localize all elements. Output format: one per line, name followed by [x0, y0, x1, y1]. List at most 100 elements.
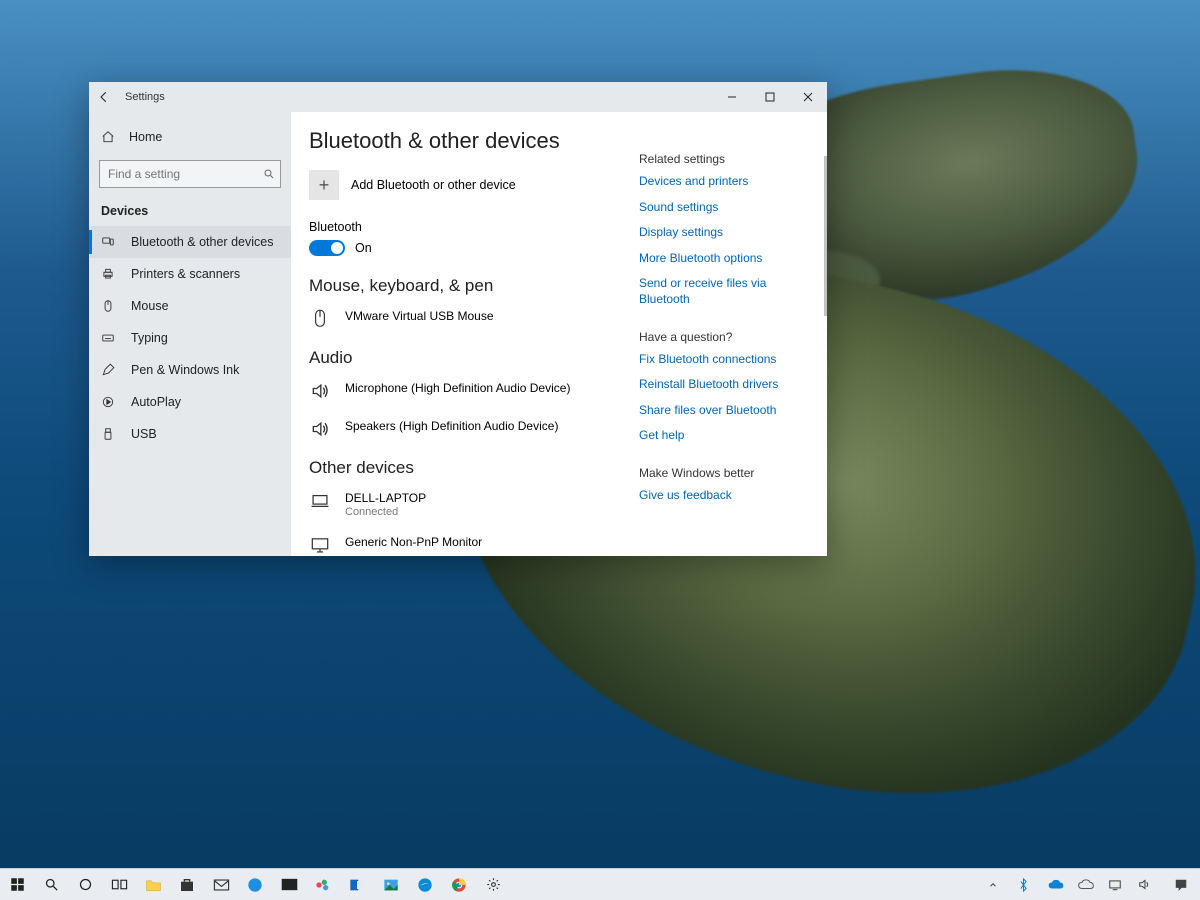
sidebar-item-mouse[interactable]: Mouse	[89, 290, 291, 322]
store-button[interactable]	[170, 869, 204, 900]
tray-onedrive-icon[interactable]	[1078, 879, 1096, 890]
link-reinstall-bt[interactable]: Reinstall Bluetooth drivers	[639, 377, 809, 393]
laptop-icon	[309, 490, 331, 512]
file-explorer-button[interactable]	[136, 869, 170, 900]
tray-volume-icon[interactable]	[1138, 878, 1156, 891]
pen-icon	[101, 363, 117, 377]
link-devices-printers[interactable]: Devices and printers	[639, 174, 809, 190]
device-row[interactable]: Speakers (High Definition Audio Device)	[309, 414, 611, 452]
devices-icon	[101, 235, 117, 249]
mouse-icon	[101, 299, 117, 313]
bluetooth-label: Bluetooth	[309, 220, 611, 234]
link-send-receive[interactable]: Send or receive files via Bluetooth	[639, 276, 809, 307]
link-share-bt[interactable]: Share files over Bluetooth	[639, 403, 809, 419]
tray-bluetooth-icon[interactable]	[1018, 878, 1036, 892]
monitor-icon	[309, 534, 331, 556]
settings-window: Settings Home	[89, 82, 827, 556]
sidebar-item-printers[interactable]: Printers & scanners	[89, 258, 291, 290]
bluetooth-toggle[interactable]	[309, 240, 345, 256]
device-row[interactable]: DELL-LAPTOP Connected	[309, 486, 611, 530]
scrollbar[interactable]	[824, 156, 827, 316]
device-name: DELL-LAPTOP	[345, 490, 426, 506]
device-name: Generic Non-PnP Monitor	[345, 534, 482, 550]
nav-label: Typing	[131, 331, 168, 345]
device-row[interactable]: Generic Non-PnP Monitor	[309, 530, 611, 556]
edge-legacy-button[interactable]	[238, 869, 272, 900]
sidebar: Home Devices Bluetooth & other devices P…	[89, 112, 291, 556]
minimize-button[interactable]	[713, 82, 751, 112]
mouse-icon	[309, 308, 331, 330]
sidebar-section-label: Devices	[89, 198, 291, 226]
system-tray	[988, 878, 1200, 892]
section-audio-title: Audio	[309, 348, 611, 368]
search-icon	[263, 168, 275, 180]
nav-label: AutoPlay	[131, 395, 181, 409]
mail-button[interactable]	[204, 869, 238, 900]
edge-button[interactable]	[408, 869, 442, 900]
nav-label: Mouse	[131, 299, 169, 313]
nav-label: USB	[131, 427, 157, 441]
add-device-button[interactable]: + Add Bluetooth or other device	[309, 170, 611, 200]
link-display-settings[interactable]: Display settings	[639, 225, 809, 241]
maximize-button[interactable]	[751, 82, 789, 112]
link-feedback[interactable]: Give us feedback	[639, 488, 809, 504]
tray-onedrive-icon[interactable]	[1048, 879, 1066, 890]
sidebar-item-pen[interactable]: Pen & Windows Ink	[89, 354, 291, 386]
add-device-label: Add Bluetooth or other device	[351, 178, 516, 192]
bluetooth-state: On	[355, 241, 372, 255]
section-other-title: Other devices	[309, 458, 611, 478]
speaker-icon	[309, 380, 331, 402]
sidebar-item-bluetooth[interactable]: Bluetooth & other devices	[89, 226, 291, 258]
nav-label: Printers & scanners	[131, 267, 240, 281]
close-button[interactable]	[789, 82, 827, 112]
photos-button[interactable]	[374, 869, 408, 900]
device-row[interactable]: VMware Virtual USB Mouse	[309, 304, 611, 342]
home-icon	[101, 130, 117, 144]
tray-network-icon[interactable]	[1108, 879, 1126, 891]
nav-label: Pen & Windows Ink	[131, 363, 239, 377]
settings-taskbar-button[interactable]	[476, 869, 510, 900]
link-more-bluetooth[interactable]: More Bluetooth options	[639, 251, 809, 267]
autoplay-icon	[101, 395, 117, 409]
usb-icon	[101, 427, 117, 441]
outlook-button[interactable]	[340, 869, 374, 900]
task-view-button[interactable]	[102, 869, 136, 900]
cortana-button[interactable]	[68, 869, 102, 900]
search-button[interactable]	[34, 869, 68, 900]
link-fix-bt[interactable]: Fix Bluetooth connections	[639, 352, 809, 368]
search-input[interactable]	[99, 160, 281, 188]
start-button[interactable]	[0, 869, 34, 900]
device-name: VMware Virtual USB Mouse	[345, 308, 494, 324]
speaker-icon	[309, 418, 331, 440]
terminal-button[interactable]	[272, 869, 306, 900]
content-area: Bluetooth & other devices + Add Bluetoot…	[291, 112, 827, 556]
taskbar	[0, 868, 1200, 900]
sidebar-item-autoplay[interactable]: AutoPlay	[89, 386, 291, 418]
chrome-button[interactable]	[442, 869, 476, 900]
link-get-help[interactable]: Get help	[639, 428, 809, 444]
home-label: Home	[129, 130, 162, 144]
titlebar: Settings	[89, 82, 827, 112]
plus-icon: +	[309, 170, 339, 200]
side-panel: Related settings Devices and printers So…	[639, 128, 809, 556]
device-name: Microphone (High Definition Audio Device…	[345, 380, 570, 396]
link-sound-settings[interactable]: Sound settings	[639, 200, 809, 216]
app-button[interactable]	[306, 869, 340, 900]
nav-label: Bluetooth & other devices	[131, 235, 273, 249]
keyboard-icon	[101, 331, 117, 345]
device-status: Connected	[345, 506, 426, 518]
page-title: Bluetooth & other devices	[309, 128, 611, 154]
device-row[interactable]: Microphone (High Definition Audio Device…	[309, 376, 611, 414]
back-button[interactable]	[97, 90, 119, 104]
device-name: Speakers (High Definition Audio Device)	[345, 418, 558, 434]
feedback-heading: Make Windows better	[639, 466, 809, 480]
question-heading: Have a question?	[639, 330, 809, 344]
search-field[interactable]	[108, 167, 263, 181]
section-mouse-title: Mouse, keyboard, & pen	[309, 276, 611, 296]
tray-chevron-icon[interactable]	[988, 880, 1006, 890]
home-button[interactable]: Home	[89, 120, 291, 154]
sidebar-item-usb[interactable]: USB	[89, 418, 291, 450]
sidebar-item-typing[interactable]: Typing	[89, 322, 291, 354]
related-heading: Related settings	[639, 152, 809, 166]
tray-action-center-icon[interactable]	[1174, 878, 1192, 892]
